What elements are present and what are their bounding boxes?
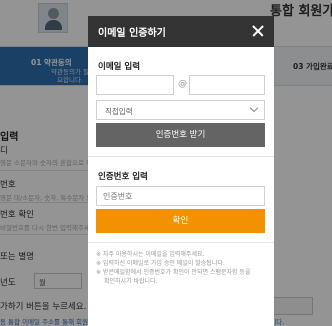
email-verify-modal: 이메일 인증하기 이메일 입력 @ 직접입력 인증번호 받기 인증번호 입력 확…	[88, 16, 274, 326]
email-domain-input[interactable]	[189, 75, 265, 95]
at-icon: @	[178, 79, 187, 89]
email-local-input[interactable]	[96, 75, 174, 95]
modal-header: 이메일 인증하기	[88, 16, 274, 47]
note-line: 확인하시기 바랍니다.	[104, 278, 158, 285]
section-divider	[88, 156, 274, 157]
confirm-button[interactable]: 확인	[96, 209, 265, 233]
section-divider	[88, 242, 274, 243]
modal-notes: ※ 자주 이용하시는 이메일을 입력해주세요. ※ 입력하신 이메일로 가입 승…	[96, 250, 268, 286]
email-section-label: 이메일 입력	[98, 62, 141, 72]
verification-code-input[interactable]	[96, 186, 265, 206]
close-icon[interactable]	[248, 21, 268, 41]
email-domain-select-value: 직접입력	[105, 107, 133, 116]
code-section-label: 인증번호 입력	[98, 172, 148, 182]
chevron-down-icon	[249, 104, 258, 113]
note-line: ※ 자주 이용하시는 이메일을 입력해주세요.	[96, 251, 205, 258]
note-line: ※ 입력하신 이메일로 가입 승인 메일이 발송됩니다.	[96, 260, 225, 267]
email-domain-select[interactable]: 직접입력	[96, 100, 265, 120]
send-code-button[interactable]: 인증번호 받기	[96, 123, 265, 147]
modal-title: 이메일 인증하기	[98, 28, 166, 39]
note-line: ※ 받은메일함에서 인증번호가 확인이 안되면 스팸문자함 등을	[96, 269, 251, 276]
